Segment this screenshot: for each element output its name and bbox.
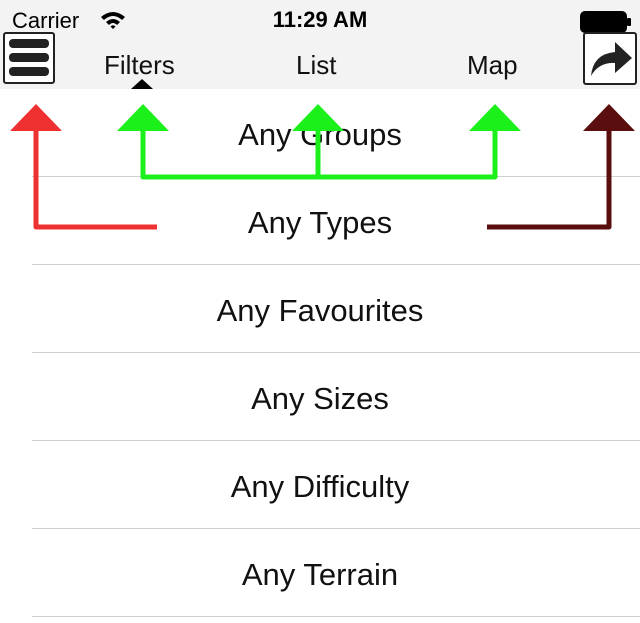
tab-map[interactable]: Map (467, 50, 518, 81)
share-button[interactable] (583, 32, 637, 85)
filter-item-sizes[interactable]: Any Sizes (0, 353, 640, 441)
filter-item-difficulty[interactable]: Any Difficulty (0, 441, 640, 529)
selected-tab-indicator (131, 79, 153, 89)
status-time: 11:29 AM (272, 7, 368, 32)
filter-label: Any Terrain (241, 557, 399, 592)
menu-button[interactable] (3, 32, 55, 84)
filter-label: Any Groups (238, 117, 402, 152)
filter-label: Any Sizes (251, 381, 389, 416)
filter-label: Any Difficulty (230, 469, 410, 504)
row-divider (32, 616, 640, 617)
filter-list: Any Groups Any Types Any Favourites Any … (0, 89, 640, 617)
filter-label: Any Favourites (216, 293, 424, 328)
filter-item-types[interactable]: Any Types (0, 177, 640, 265)
tab-filters[interactable]: Filters (104, 50, 175, 81)
filter-item-terrain[interactable]: Any Terrain (0, 529, 640, 617)
filter-item-favourites[interactable]: Any Favourites (0, 265, 640, 353)
filter-label: Any Types (247, 205, 393, 240)
status-bar: Carrier 11:29 AM (0, 0, 640, 40)
tab-list[interactable]: List (296, 50, 336, 81)
filter-item-groups[interactable]: Any Groups (0, 89, 640, 177)
